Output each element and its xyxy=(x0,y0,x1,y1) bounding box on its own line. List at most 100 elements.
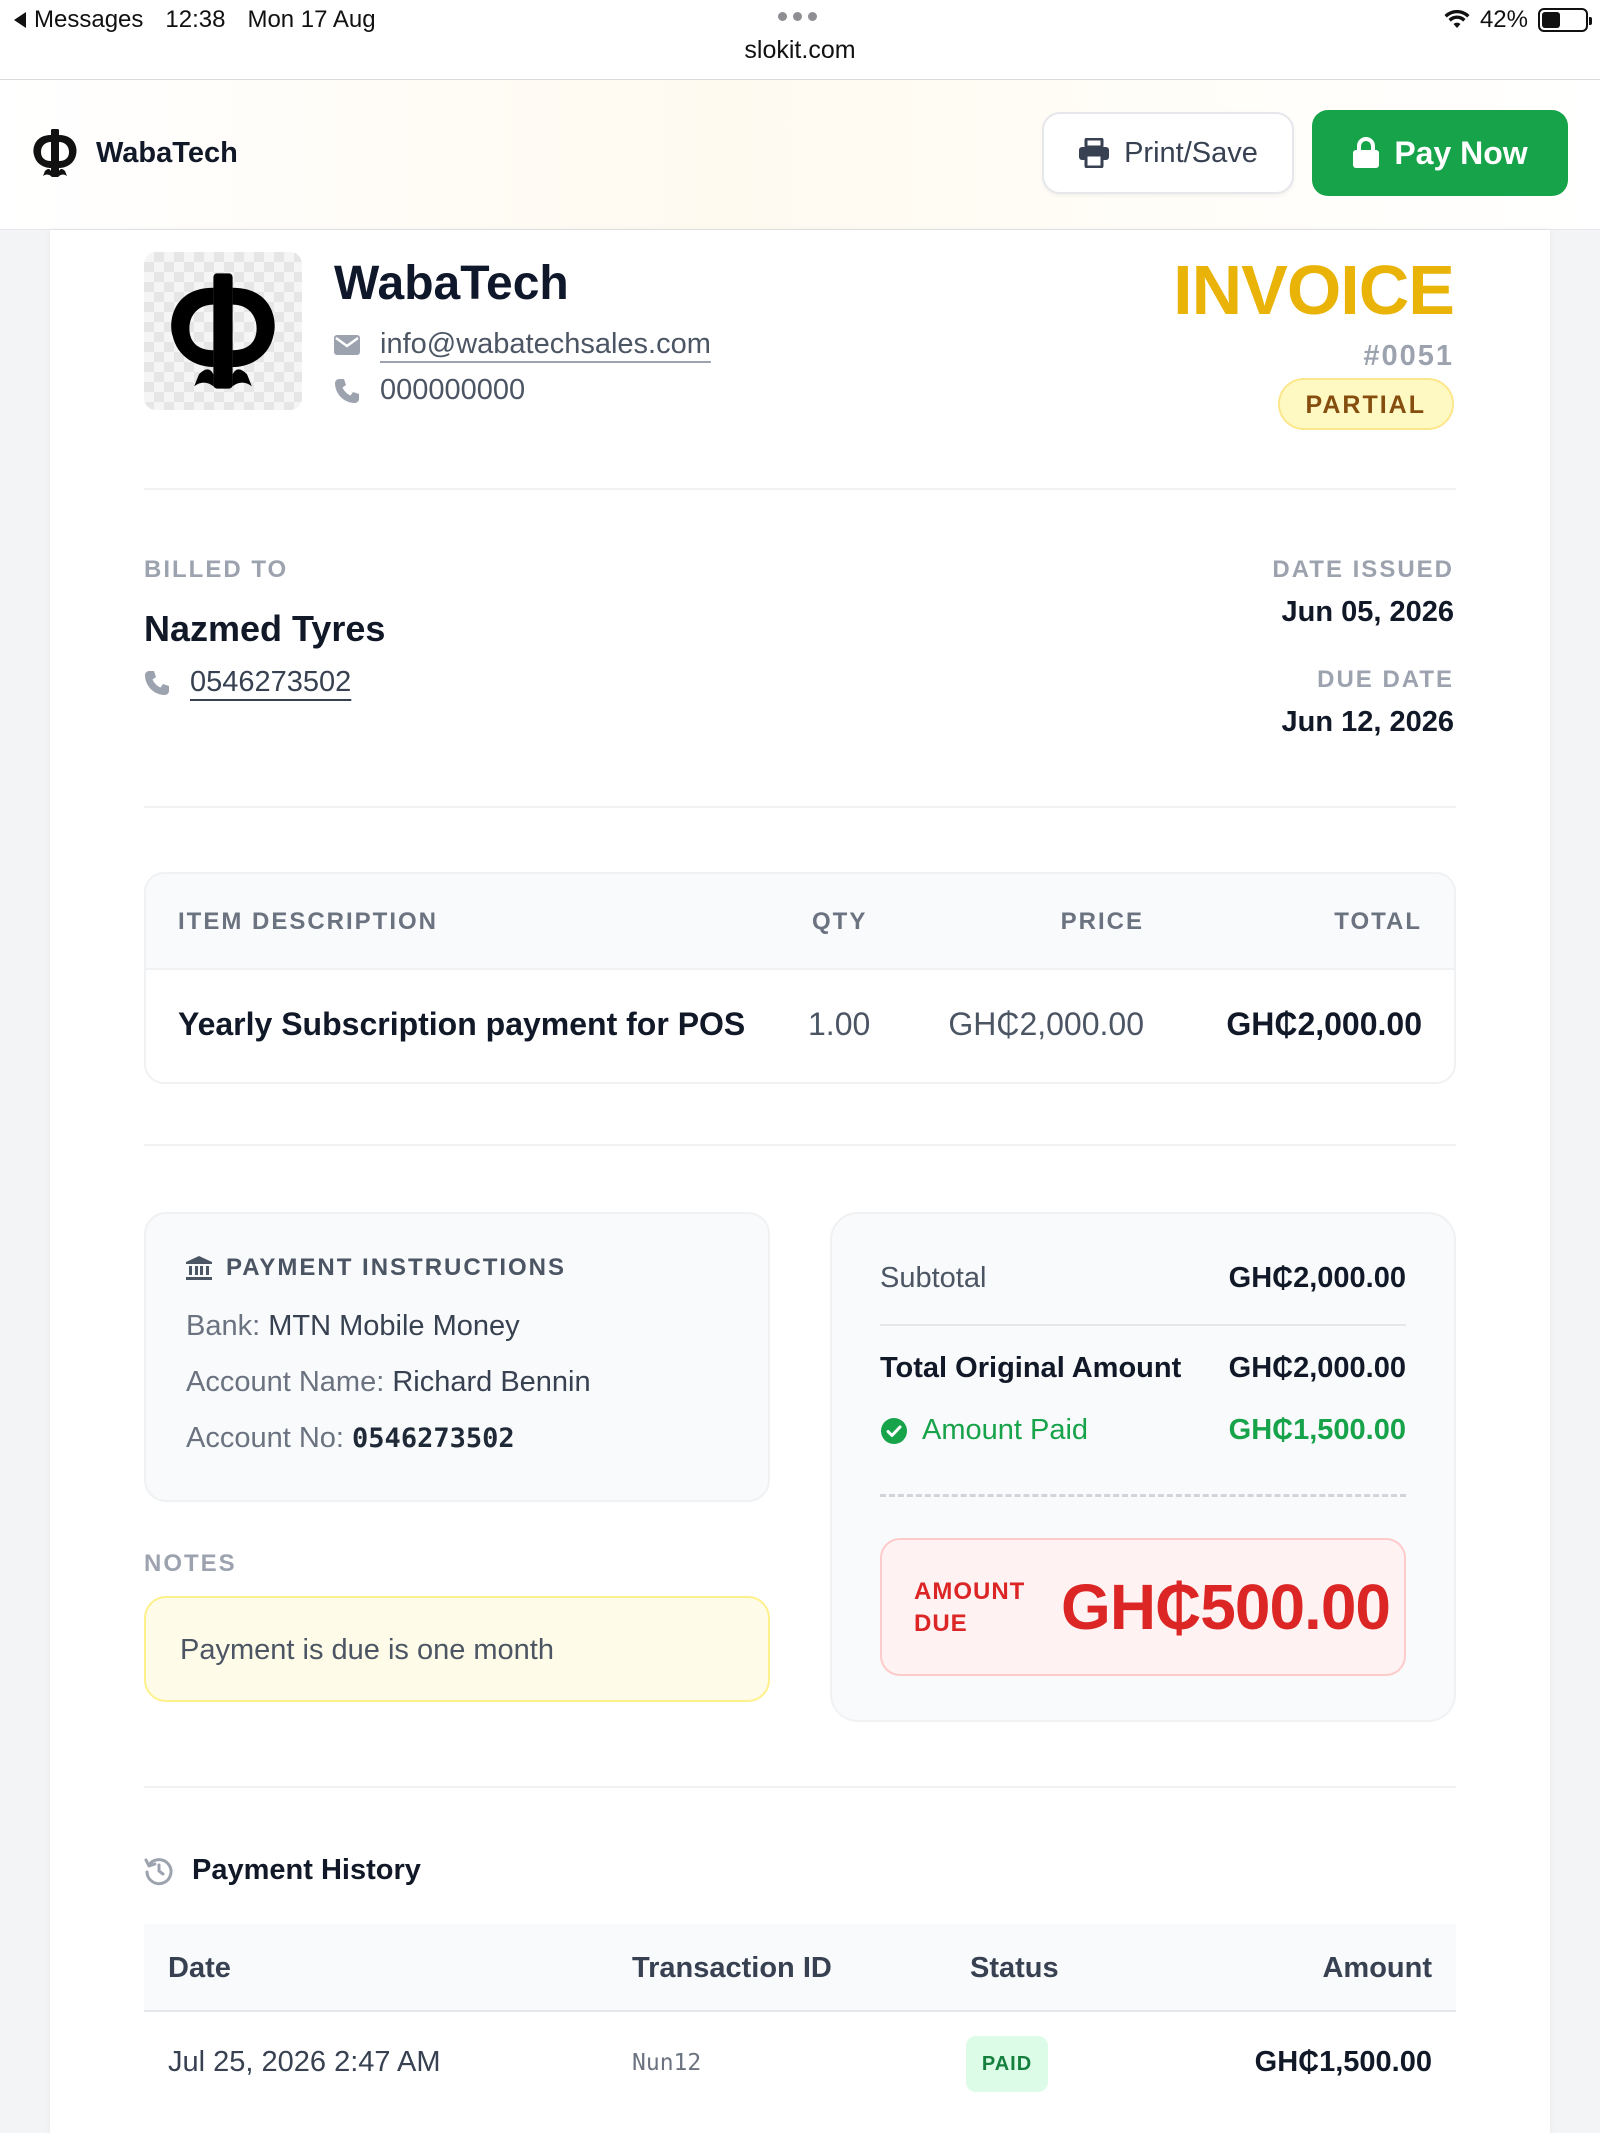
subtotal-value: GH₵2,000.00 xyxy=(1228,1262,1406,1294)
items-table-header: ITEM DESCRIPTION QTY PRICE TOTAL xyxy=(146,874,1454,970)
multitask-dots-icon[interactable] xyxy=(778,12,817,21)
amount-paid-row: Amount Paid GH₵1,500.00 xyxy=(880,1414,1406,1447)
col-qty: QTY xyxy=(812,908,868,935)
item-description: Yearly Subscription payment for POS xyxy=(178,1006,746,1042)
client-phone[interactable]: 0546273502 xyxy=(144,666,351,699)
lock-icon xyxy=(1353,137,1380,168)
printer-icon xyxy=(1079,138,1110,168)
col-amount: Amount xyxy=(1322,1952,1432,1984)
billed-to-label: BILLED TO xyxy=(144,556,289,583)
status-badge: PARTIAL xyxy=(1277,378,1454,430)
wifi-icon xyxy=(1444,10,1470,28)
account-no-value: 0546273502 xyxy=(352,1423,515,1454)
payment-history-header: Payment History xyxy=(144,1854,421,1887)
back-app-label: Messages xyxy=(34,6,144,33)
print-save-button[interactable]: Print/Save xyxy=(1042,112,1294,194)
bank-line: Bank: MTN Mobile Money xyxy=(186,1310,520,1343)
back-arrow-icon xyxy=(14,12,26,28)
account-no-label: Account No: xyxy=(186,1422,344,1454)
bank-icon xyxy=(186,1256,212,1280)
col-total: TOTAL xyxy=(1334,908,1422,935)
col-date: Date xyxy=(168,1952,231,1984)
dashed-divider xyxy=(880,1494,1406,1497)
battery-icon xyxy=(1538,8,1592,32)
payment-history-table: Date Transaction ID Status Amount Jul 25… xyxy=(144,1924,1456,2116)
notes-box: Payment is due is one month xyxy=(144,1596,770,1702)
payment-date: Jul 25, 2026 2:47 AM xyxy=(168,2046,441,2078)
pay-now-label: Pay Now xyxy=(1394,134,1528,171)
brand-name: WabaTech xyxy=(96,136,238,169)
original-amount-value: GH₵2,000.00 xyxy=(1228,1352,1406,1384)
subtotal-row: Subtotal GH₵2,000.00 xyxy=(880,1262,1406,1295)
invoice-card: WabaTech info@wabatechsales.com 00000000… xyxy=(50,230,1550,2133)
account-no-line: Account No: 0546273502 xyxy=(186,1422,515,1455)
check-circle-icon xyxy=(881,1417,907,1444)
divider xyxy=(144,488,1456,490)
payment-instructions-panel: PAYMENT INSTRUCTIONS Bank: MTN Mobile Mo… xyxy=(144,1212,770,1502)
envelope-icon xyxy=(334,334,360,355)
items-table: ITEM DESCRIPTION QTY PRICE TOTAL Yearly … xyxy=(144,872,1456,1084)
invoice-title: INVOICE xyxy=(1173,251,1455,329)
divider xyxy=(880,1324,1406,1326)
payment-amount: GH₵1,500.00 xyxy=(1254,2046,1432,2078)
table-row: Jul 25, 2026 2:47 AM Nun12 PAID GH₵1,500… xyxy=(144,2012,1456,2116)
payment-transaction-id: Nun12 xyxy=(632,2050,702,2076)
col-price: PRICE xyxy=(1060,908,1144,935)
date-issued: Jun 05, 2026 xyxy=(1281,596,1455,628)
item-price: GH₵2,000.00 xyxy=(948,1006,1144,1042)
company-email[interactable]: info@wabatechsales.com xyxy=(334,328,711,361)
payment-instructions-title: PAYMENT INSTRUCTIONS xyxy=(226,1254,567,1281)
amount-paid-value: GH₵1,500.00 xyxy=(1228,1414,1406,1446)
phone-icon xyxy=(145,670,169,695)
account-name-line: Account Name: Richard Bennin xyxy=(186,1366,591,1399)
original-amount-row: Total Original Amount GH₵2,000.00 xyxy=(880,1352,1406,1385)
bank-value: MTN Mobile Money xyxy=(268,1310,520,1342)
wabatech-logo-icon xyxy=(171,273,275,389)
wabatech-logo-icon xyxy=(33,129,77,177)
company-phone-text: 000000000 xyxy=(380,374,526,406)
back-to-messages[interactable]: Messages xyxy=(14,6,143,34)
amount-due-label: AMOUNT DUE xyxy=(914,1578,1026,1637)
col-transaction-id: Transaction ID xyxy=(632,1952,832,1984)
amount-due-value: GH₵500.00 xyxy=(1061,1571,1391,1643)
payment-history-table-header: Date Transaction ID Status Amount xyxy=(144,1924,1456,2012)
brand[interactable]: WabaTech xyxy=(30,128,238,178)
bank-label: Bank: xyxy=(186,1310,261,1342)
invoice-number: #0051 xyxy=(1363,340,1454,372)
client-phone-text[interactable]: 0546273502 xyxy=(190,666,351,699)
account-name-label: Account Name: xyxy=(186,1366,385,1398)
table-row: Yearly Subscription payment for POS 1.00… xyxy=(146,970,1454,1082)
history-icon xyxy=(144,1857,173,1885)
amount-due-box: AMOUNT DUE GH₵500.00 xyxy=(880,1538,1406,1676)
payment-history-title: Payment History xyxy=(192,1854,421,1886)
company-name: WabaTech xyxy=(334,257,569,310)
pay-now-button[interactable]: Pay Now xyxy=(1312,110,1568,196)
status-time: 12:38 xyxy=(165,6,226,33)
paid-status-badge: PAID xyxy=(966,2036,1048,2092)
status-bar: Messages 12:38 Mon 17 Aug slokit.com 42% xyxy=(0,0,1600,80)
divider xyxy=(144,1786,1456,1788)
account-name-value: Richard Bennin xyxy=(392,1366,591,1398)
subtotal-label: Subtotal xyxy=(880,1262,987,1294)
date-issued-label: DATE ISSUED xyxy=(1272,556,1454,583)
payment-instructions-header: PAYMENT INSTRUCTIONS xyxy=(186,1254,566,1282)
due-date-label: DUE DATE xyxy=(1317,666,1454,693)
phone-icon xyxy=(335,378,359,403)
print-save-label: Print/Save xyxy=(1124,136,1258,169)
company-email-text[interactable]: info@wabatechsales.com xyxy=(380,328,711,361)
app-header: WabaTech Print/Save Pay Now xyxy=(0,80,1600,230)
item-qty: 1.00 xyxy=(808,1006,871,1042)
url-display[interactable]: slokit.com xyxy=(0,36,1600,65)
battery-percent: 42% xyxy=(1479,6,1528,33)
notes-label: NOTES xyxy=(144,1550,237,1577)
divider xyxy=(144,806,1456,808)
original-amount-label: Total Original Amount xyxy=(880,1352,1182,1384)
status-date: Mon 17 Aug xyxy=(247,6,376,33)
amount-paid-label: Amount Paid xyxy=(922,1414,1089,1446)
col-status: Status xyxy=(970,1952,1059,1984)
item-total: GH₵2,000.00 xyxy=(1226,1006,1422,1042)
company-logo xyxy=(144,252,302,410)
totals-panel: Subtotal GH₵2,000.00 Total Original Amou… xyxy=(830,1212,1456,1722)
company-phone: 000000000 xyxy=(334,374,525,407)
due-date: Jun 12, 2026 xyxy=(1281,706,1455,738)
